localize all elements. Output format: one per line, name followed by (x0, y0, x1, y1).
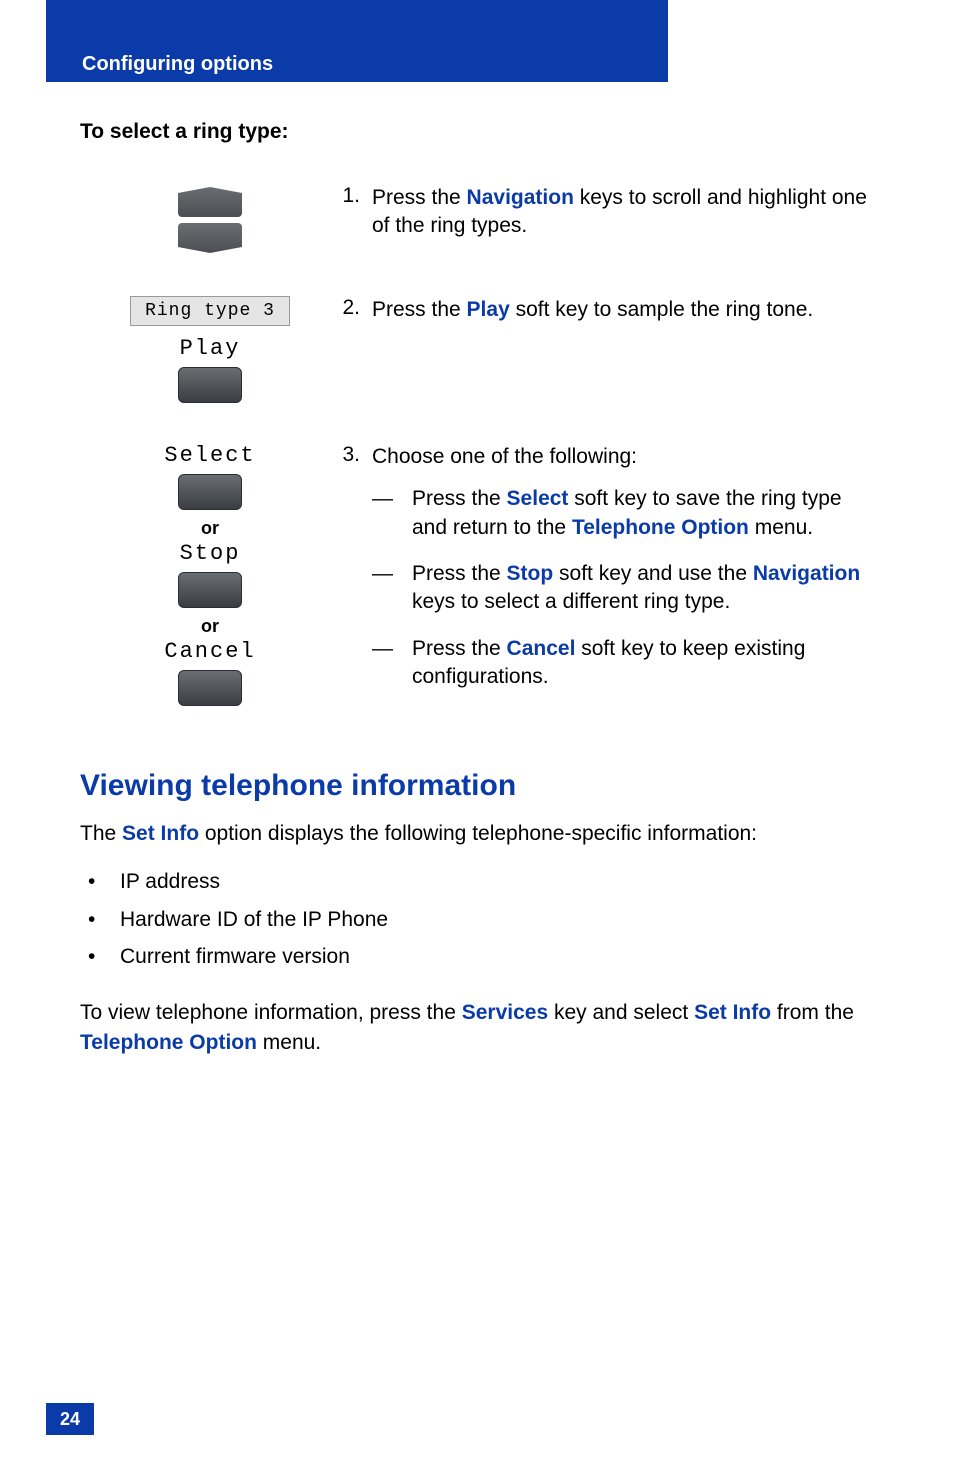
option-cancel: Press the Cancel soft key to keep existi… (372, 635, 874, 692)
step-3-text: Choose one of the following: Press the S… (372, 443, 874, 709)
lcd-display: Ring type 3 (130, 296, 290, 326)
softkey-button-icon (178, 670, 242, 706)
step-2-graphic: Ring type 3 Play (80, 296, 340, 403)
emph-set-info: Set Info (122, 822, 199, 845)
option-stop: Press the Stop soft key and use the Navi… (372, 560, 874, 617)
text: Press the (412, 487, 507, 510)
emph-select: Select (507, 487, 569, 510)
emph-services: Services (462, 1001, 548, 1024)
step-2-number: 2. (340, 296, 372, 324)
procedure-title: To select a ring type: (80, 120, 874, 144)
emph-cancel: Cancel (507, 637, 576, 660)
or-label: or (201, 616, 219, 637)
text: from the (771, 1001, 854, 1024)
text: soft key to sample the ring tone. (510, 298, 814, 321)
bullet-hardware-id: Hardware ID of the IP Phone (80, 901, 874, 939)
step-1-number: 1. (340, 184, 372, 241)
text: Press the (372, 298, 467, 321)
text: To view telephone information, press the (80, 1001, 462, 1024)
bullet-ip-address: IP address (80, 863, 874, 901)
section2-outro: To view telephone information, press the… (80, 998, 874, 1057)
text: option displays the following telephone-… (199, 822, 757, 845)
content-area: To select a ring type: 1. Press the Navi… (80, 0, 874, 1057)
top-accent-bar (46, 0, 668, 46)
text: menu. (257, 1031, 321, 1054)
softkey-label-select: Select (164, 443, 255, 468)
emph-telephone-option: Telephone Option (80, 1031, 257, 1054)
nav-up-key-icon (178, 187, 242, 217)
header-section-bar: Configuring options (46, 46, 668, 82)
emph-play: Play (467, 298, 510, 321)
softkey-button-icon (178, 474, 242, 510)
softkey-label-cancel: Cancel (164, 639, 255, 664)
or-label: or (201, 518, 219, 539)
step-1-text: Press the Navigation keys to scroll and … (372, 184, 874, 241)
emph-stop: Stop (507, 562, 554, 585)
step-2-row: Ring type 3 Play 2. Press the Play soft … (80, 296, 874, 403)
emph-set-info: Set Info (694, 1001, 771, 1024)
step-3-intro: Choose one of the following: (372, 445, 637, 468)
step-3-number: 3. (340, 443, 372, 709)
emph-navigation: Navigation (467, 186, 574, 209)
text: The (80, 822, 122, 845)
softkey-button-icon (178, 367, 242, 403)
softkey-button-icon (178, 572, 242, 608)
page-number: 24 (46, 1403, 94, 1435)
softkey-label-stop: Stop (180, 541, 241, 566)
step-3-options: Press the Select soft key to save the ri… (372, 485, 874, 691)
text: Press the (412, 637, 507, 660)
bullet-firmware: Current firmware version (80, 938, 874, 976)
text: Press the (412, 562, 507, 585)
text: Press the (372, 186, 467, 209)
step-1-row: 1. Press the Navigation keys to scroll a… (80, 184, 874, 256)
info-bullet-list: IP address Hardware ID of the IP Phone C… (80, 863, 874, 976)
softkey-label-play: Play (180, 336, 241, 361)
text: soft key and use the (553, 562, 753, 585)
text: key and select (548, 1001, 694, 1024)
emph-telephone-option: Telephone Option (572, 516, 749, 539)
step-1-graphic (80, 184, 340, 256)
step-2-text: Press the Play soft key to sample the ri… (372, 296, 874, 324)
step-3-graphic: Select or Stop or Cancel (80, 443, 340, 706)
option-select: Press the Select soft key to save the ri… (372, 485, 874, 542)
step-3-row: Select or Stop or Cancel 3. Choose one o… (80, 443, 874, 709)
page: Configuring options To select a ring typ… (0, 0, 954, 1475)
section-heading-viewing-info: Viewing telephone information (80, 769, 874, 803)
nav-down-key-icon (178, 223, 242, 253)
section2-intro: The Set Info option displays the followi… (80, 819, 874, 848)
emph-navigation: Navigation (753, 562, 860, 585)
text: menu. (749, 516, 813, 539)
text: keys to select a different ring type. (412, 590, 730, 613)
